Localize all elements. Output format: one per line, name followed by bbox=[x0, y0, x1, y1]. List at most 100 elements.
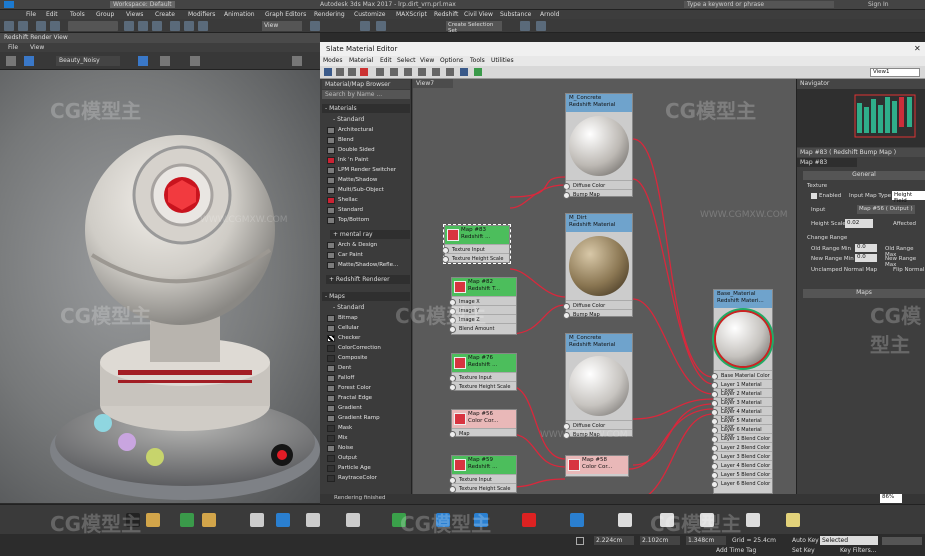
selection-filter[interactable] bbox=[68, 21, 118, 31]
color-picker-icon[interactable] bbox=[160, 56, 170, 66]
layout-icon[interactable] bbox=[390, 68, 398, 76]
key-set-select[interactable]: Selected bbox=[820, 536, 878, 545]
select-by-name-icon[interactable] bbox=[138, 21, 148, 31]
mental-ray-group[interactable]: + mental ray bbox=[330, 230, 410, 239]
port-layer2-material-color[interactable]: Layer 2 Material Color bbox=[711, 388, 772, 403]
port-diffuse-color[interactable]: Diffuse Color bbox=[563, 300, 632, 310]
render-menu-view[interactable]: View bbox=[30, 44, 44, 51]
list-item[interactable]: Falloff bbox=[326, 374, 408, 383]
menu-arnold[interactable]: Arnold bbox=[540, 11, 559, 18]
flip-normal-checkbox[interactable]: Flip Normal bbox=[893, 267, 924, 273]
port-bump-map[interactable]: Bump Map bbox=[563, 309, 632, 319]
node-m-concrete-2[interactable]: M_Concrete Redshift Material Diffuse Colo… bbox=[563, 333, 633, 439]
set-key-button[interactable]: Set Key bbox=[792, 547, 815, 554]
menu-tools[interactable]: Tools bbox=[70, 11, 85, 18]
parameter-editor-icon[interactable] bbox=[418, 68, 426, 76]
list-item[interactable]: Noise bbox=[326, 444, 408, 453]
port-diffuse-color[interactable]: Diffuse Color bbox=[563, 180, 632, 190]
render-icon[interactable] bbox=[292, 56, 302, 66]
render-image[interactable] bbox=[0, 70, 320, 503]
list-item[interactable]: RaytraceColor bbox=[326, 474, 408, 483]
slate-menu-edit[interactable]: Edit bbox=[380, 57, 392, 64]
menu-civil-view[interactable]: Civil View bbox=[464, 11, 493, 18]
save-icon[interactable] bbox=[6, 56, 16, 66]
node-map76[interactable]: Map #76 Redshift ... Texture Input Textur… bbox=[449, 353, 517, 391]
input-map-type-select[interactable]: Height Field bbox=[892, 191, 925, 204]
list-item[interactable]: Ink 'n Paint bbox=[326, 156, 408, 165]
rotate-icon[interactable] bbox=[184, 21, 194, 31]
node-color-icon[interactable] bbox=[474, 68, 482, 76]
unclamped-checkbox[interactable]: Unclamped Normal Map bbox=[811, 267, 877, 273]
height-scale-input[interactable]: 0.02 bbox=[845, 219, 873, 228]
menu-customize[interactable]: Customize bbox=[354, 11, 386, 18]
slate-menu-options[interactable]: Options bbox=[440, 57, 463, 64]
port-layer2-blend-color[interactable]: Layer 2 Blend Color bbox=[711, 442, 772, 452]
plane-icon[interactable] bbox=[746, 513, 760, 527]
list-item[interactable]: Standard bbox=[326, 206, 408, 215]
key-filters-button[interactable]: Key Filters... bbox=[840, 547, 877, 554]
folder-icon[interactable] bbox=[202, 513, 216, 527]
list-item[interactable]: Composite bbox=[326, 354, 408, 363]
unlink-icon[interactable] bbox=[50, 21, 60, 31]
list-item[interactable]: Architectural bbox=[326, 126, 408, 135]
port-layer3-material-color[interactable]: Layer 3 Material Color bbox=[711, 397, 772, 412]
port-texture-height-scale[interactable]: Texture Height Scale bbox=[442, 253, 509, 263]
port-texture-input[interactable]: Texture Input bbox=[442, 244, 509, 254]
camera-icon[interactable] bbox=[346, 513, 360, 527]
add-time-tag-button[interactable]: Add Time Tag bbox=[716, 547, 756, 554]
render-frame-icon[interactable] bbox=[250, 513, 264, 527]
input-map-button[interactable]: Map #56 ( Output ) bbox=[857, 205, 915, 214]
dome-icon[interactable] bbox=[786, 513, 800, 527]
align-icon[interactable] bbox=[536, 21, 546, 31]
list-item[interactable]: Gradient Ramp bbox=[326, 414, 408, 423]
z-coordinate-field[interactable]: 1.348cm bbox=[686, 536, 726, 545]
list-item[interactable]: Top/Bottom bbox=[326, 216, 408, 225]
slate-menu-tools[interactable]: Tools bbox=[470, 57, 485, 64]
zoom-icon[interactable] bbox=[190, 56, 200, 66]
list-item[interactable]: Multi/Sub-Object bbox=[326, 186, 408, 195]
region-icon[interactable] bbox=[138, 56, 148, 66]
list-item[interactable]: Double Sided bbox=[326, 146, 408, 155]
port-layer6-blend-color[interactable]: Layer 6 Blend Color bbox=[711, 478, 772, 488]
show-map-icon[interactable] bbox=[376, 68, 384, 76]
selection-set-select[interactable]: Create Selection Set bbox=[446, 21, 502, 34]
list-item[interactable]: Particle Age bbox=[326, 464, 408, 473]
list-item[interactable]: Gradient bbox=[326, 404, 408, 413]
general-rollout[interactable]: General bbox=[803, 171, 925, 180]
list-item[interactable]: Mix bbox=[326, 434, 408, 443]
port-texture-input[interactable]: Texture Input bbox=[449, 372, 516, 382]
list-item[interactable]: Output bbox=[326, 454, 408, 463]
node-m-concrete[interactable]: M_Concrete Redshift Material Diffuse Colo… bbox=[563, 93, 633, 199]
assign-material-icon[interactable] bbox=[348, 68, 356, 76]
port-map[interactable]: Map bbox=[449, 428, 516, 438]
search-input[interactable]: Type a keyword or phrase bbox=[684, 1, 834, 8]
pick-material-icon[interactable] bbox=[336, 68, 344, 76]
node-map58[interactable]: Map #58 Color Cor... bbox=[565, 455, 629, 477]
list-item[interactable]: LPM Render Switcher bbox=[326, 166, 408, 175]
workspace-select[interactable]: Workspace: Default bbox=[110, 1, 175, 8]
menu-edit[interactable]: Edit bbox=[46, 11, 58, 18]
materials-group[interactable]: - Materials bbox=[322, 104, 410, 113]
link-icon[interactable] bbox=[36, 21, 46, 31]
mirror-icon[interactable] bbox=[520, 21, 530, 31]
y-coordinate-field[interactable]: 2.102cm bbox=[640, 536, 680, 545]
list-item[interactable]: Mask bbox=[326, 424, 408, 433]
node-map83[interactable]: Map #83 Redshift ... Texture Input Textur… bbox=[442, 224, 511, 264]
hide-unused-icon[interactable] bbox=[460, 68, 468, 76]
slate-menu-material[interactable]: Material bbox=[349, 57, 373, 64]
port-texture-height-scale[interactable]: Texture Height Scale bbox=[449, 483, 516, 493]
snap-icon[interactable] bbox=[360, 21, 370, 31]
menu-redshift[interactable]: Redshift bbox=[434, 11, 458, 18]
port-layer4-blend-color[interactable]: Layer 4 Blend Color bbox=[711, 460, 772, 470]
port-diffuse-color[interactable]: Diffuse Color bbox=[563, 420, 632, 430]
standard-subgroup[interactable]: - Standard bbox=[330, 115, 410, 124]
rect-select-icon[interactable] bbox=[152, 21, 162, 31]
menu-views[interactable]: Views bbox=[126, 11, 143, 18]
port-layer4-material-color[interactable]: Layer 4 Material Color bbox=[711, 406, 772, 421]
port-layer1-blend-color[interactable]: Layer 1 Blend Color bbox=[711, 433, 772, 443]
list-item[interactable]: Forest Color bbox=[326, 384, 408, 393]
port-bump-map[interactable]: Bump Map bbox=[563, 189, 632, 199]
screen-icon[interactable] bbox=[306, 513, 320, 527]
list-item[interactable]: ColorCorrection bbox=[326, 344, 408, 353]
list-item[interactable]: Matte/Shadow bbox=[326, 176, 408, 185]
